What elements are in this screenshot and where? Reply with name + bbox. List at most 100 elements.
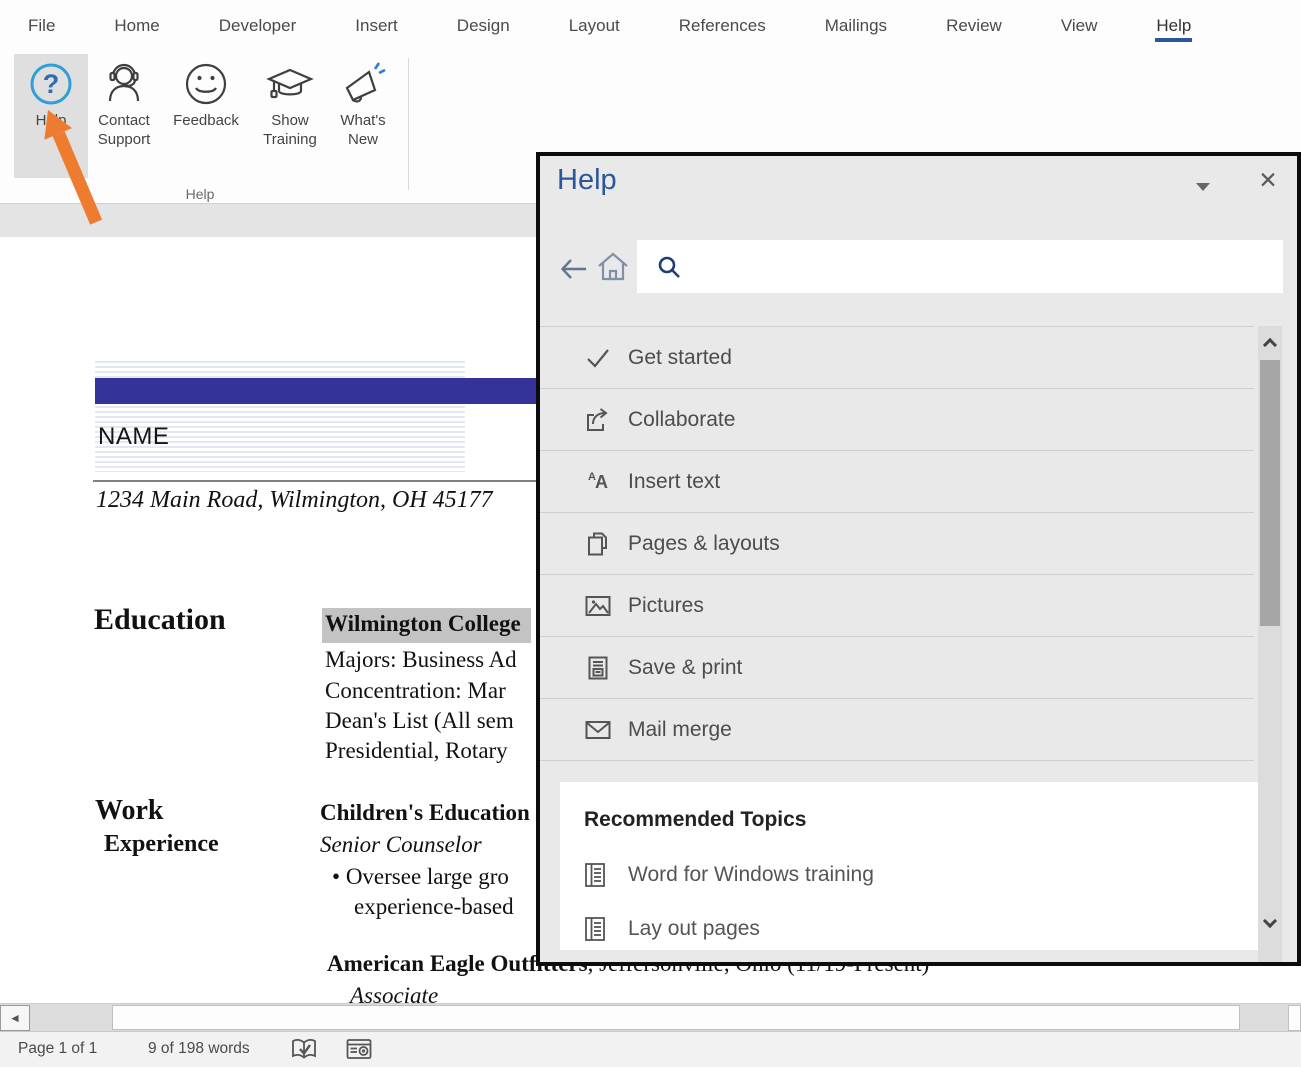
save-print-icon [584, 655, 612, 681]
pane-options-button[interactable] [1192, 178, 1214, 196]
topic-lay-out-pages[interactable]: Lay out pages [584, 916, 760, 942]
pages-icon [584, 531, 612, 557]
topic-word-training[interactable]: Word for Windows training [584, 862, 874, 888]
status-bar: Page 1 of 1 9 of 198 words [0, 1031, 1301, 1067]
recommended-topics-heading: Recommended Topics [584, 808, 807, 832]
help-item-label: Pages & layouts [628, 532, 780, 556]
text-aa-icon: AA [584, 471, 612, 493]
help-item-mail-merge[interactable]: Mail merge [540, 699, 1254, 761]
help-item-label: Get started [628, 346, 732, 370]
tab-developer[interactable]: Developer [218, 10, 298, 42]
smiley-icon [183, 59, 229, 109]
work-employer1: Children's Education [320, 800, 530, 826]
search-box [637, 240, 1283, 293]
feedback-label: Feedback [173, 111, 239, 130]
headset-person-icon [101, 59, 147, 109]
chevron-up-icon [1263, 338, 1277, 352]
tab-help[interactable]: Help [1155, 10, 1192, 42]
ribbon-tab-bar: File Home Developer Insert Design Layout… [0, 0, 1301, 52]
megaphone-icon [339, 59, 387, 109]
help-item-label: Collaborate [628, 408, 735, 432]
check-icon [584, 346, 612, 370]
help-item-insert-text[interactable]: AA Insert text [540, 451, 1254, 513]
education-line: Majors: Business Ad [325, 647, 517, 673]
help-item-pictures[interactable]: Pictures [540, 575, 1254, 637]
home-button[interactable] [596, 250, 630, 287]
page-count-status[interactable]: Page 1 of 1 [18, 1040, 97, 1058]
pane-close-button[interactable]: ✕ [1254, 166, 1282, 194]
home-icon [596, 250, 630, 282]
pane-vertical-scrollbar[interactable] [1258, 326, 1282, 962]
resume-address: 1234 Main Road, Wilmington, OH 45177 [96, 487, 493, 514]
help-question-icon: ? [28, 59, 74, 109]
whats-new-label: What's New [328, 111, 398, 149]
article-icon [584, 862, 606, 888]
tab-file[interactable]: File [27, 10, 56, 42]
svg-text:?: ? [43, 69, 60, 99]
help-pane: Help ✕ Get start [536, 152, 1301, 966]
scroll-up-arrow[interactable] [1258, 326, 1282, 358]
topic-label: Lay out pages [628, 917, 760, 941]
help-topic-list: Get started Collaborate AA Insert text [540, 326, 1254, 761]
recommended-topics-card: Recommended Topics Word for Windows trai… [560, 782, 1258, 950]
pane-scrollbar-thumb[interactable] [1260, 360, 1280, 626]
resume-header-blue-bar [95, 378, 560, 404]
scroll-left-arrow[interactable]: ◄ [0, 1005, 30, 1031]
work-heading-line1: Work [95, 795, 163, 827]
work-bullet-line1: • Oversee large gro [332, 864, 509, 890]
tab-design[interactable]: Design [456, 10, 511, 42]
macro-record-icon[interactable] [346, 1038, 372, 1065]
education-college-highlighted: Wilmington College [322, 608, 531, 643]
tab-review[interactable]: Review [945, 10, 1003, 42]
topic-label: Word for Windows training [628, 863, 874, 887]
help-item-save-print[interactable]: Save & print [540, 637, 1254, 699]
work-bullet-line2: experience-based [354, 894, 514, 920]
chevron-down-icon [1196, 183, 1210, 191]
help-item-label: Save & print [628, 656, 742, 680]
help-pane-title: Help [557, 164, 617, 197]
resume-name: NAME [98, 423, 169, 451]
ribbon-group-separator [408, 58, 409, 190]
picture-icon [584, 594, 612, 618]
share-icon [584, 407, 612, 433]
search-input[interactable] [681, 240, 1283, 293]
scroll-down-arrow[interactable] [1258, 908, 1282, 940]
tab-home[interactable]: Home [113, 10, 160, 42]
back-button[interactable] [558, 256, 590, 287]
horizontal-scrollbar-thumb[interactable] [112, 1005, 1240, 1030]
close-icon: ✕ [1258, 167, 1277, 194]
word-count-status[interactable]: 9 of 198 words [148, 1040, 250, 1058]
education-heading: Education [94, 603, 226, 637]
horizontal-scrollbar[interactable]: ◄ [0, 1003, 1301, 1031]
article-icon [584, 916, 606, 942]
contact-support-button[interactable]: Contact Support [88, 54, 160, 178]
scroll-right-arrow[interactable] [1288, 1005, 1301, 1031]
feedback-button[interactable]: Feedback [162, 54, 250, 178]
work-heading-line2: Experience [104, 831, 219, 858]
chevron-down-icon [1263, 914, 1277, 928]
search-icon [657, 255, 681, 279]
proofing-check-icon[interactable] [291, 1038, 317, 1067]
education-line: Presidential, Rotary [325, 738, 508, 764]
resume-divider-line [93, 480, 560, 482]
tab-mailings[interactable]: Mailings [824, 10, 888, 42]
ribbon-group-label: Help [0, 186, 400, 202]
help-item-collaborate[interactable]: Collaborate [540, 389, 1254, 451]
tab-references[interactable]: References [678, 10, 767, 42]
education-line: Concentration: Mar [325, 678, 506, 704]
show-training-label: Show Training [252, 111, 328, 149]
tab-insert[interactable]: Insert [354, 10, 399, 42]
tab-layout[interactable]: Layout [568, 10, 621, 42]
education-line: Dean's List (All sem [325, 708, 514, 734]
contact-support-label: Contact Support [88, 111, 160, 149]
help-item-label: Pictures [628, 594, 704, 618]
help-item-pages-layouts[interactable]: Pages & layouts [540, 513, 1254, 575]
help-item-label: Insert text [628, 470, 720, 494]
word-window: File Home Developer Insert Design Layout… [0, 0, 1301, 1067]
envelope-icon [584, 719, 612, 741]
show-training-button[interactable]: Show Training [252, 54, 328, 178]
graduation-cap-icon [266, 59, 314, 109]
whats-new-button[interactable]: What's New [328, 54, 398, 178]
tab-view[interactable]: View [1060, 10, 1099, 42]
help-item-get-started[interactable]: Get started [540, 327, 1254, 389]
